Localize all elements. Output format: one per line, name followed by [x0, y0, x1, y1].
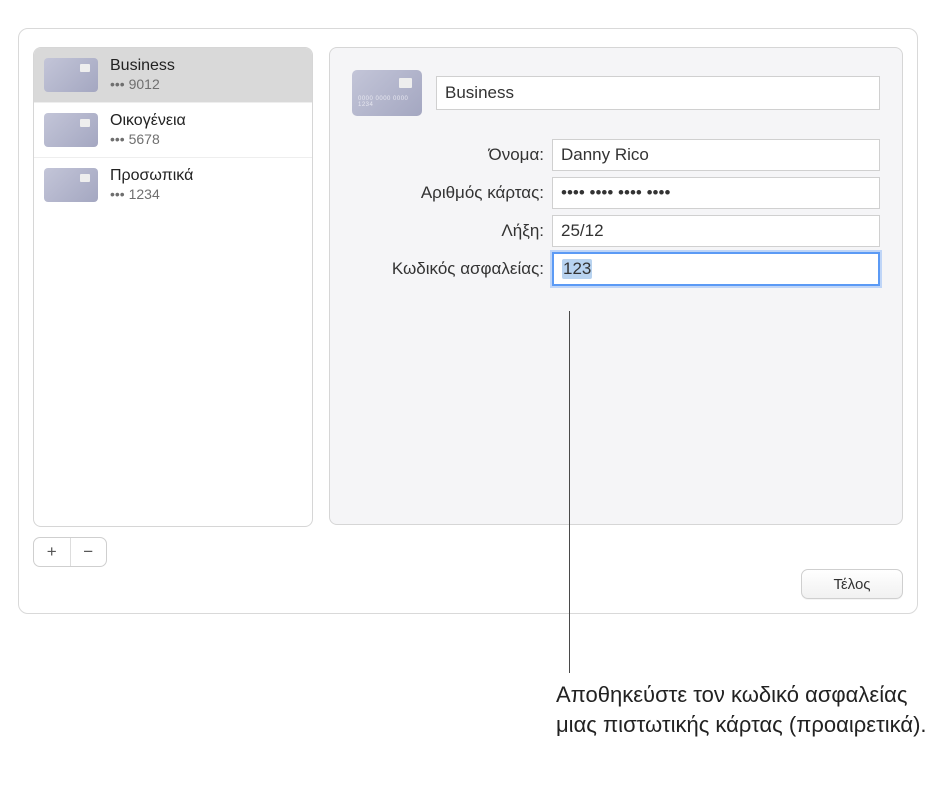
card-list: Business ••• 9012 Οικογένεια ••• 5678 Πρ…: [33, 47, 313, 527]
card-title-input[interactable]: Business: [436, 76, 880, 110]
card-mask: ••• 5678: [110, 131, 186, 149]
name-input[interactable]: Danny Rico: [552, 139, 880, 171]
card-mask: ••• 9012: [110, 76, 175, 94]
card-row-personal[interactable]: Προσωπικά ••• 1234: [34, 158, 312, 212]
label-expiry: Λήξη:: [352, 221, 552, 241]
field-expiry: Λήξη: 25/12: [352, 212, 880, 250]
credit-card-icon: [44, 58, 98, 92]
card-mask: ••• 1234: [110, 186, 193, 204]
field-cvv: Κωδικός ασφαλείας: 123: [352, 250, 880, 288]
cvv-input[interactable]: 123: [552, 252, 880, 286]
callout-line: [569, 311, 570, 673]
card-row-business[interactable]: Business ••• 9012: [34, 48, 312, 103]
card-name: Οικογένεια: [110, 111, 186, 131]
number-input[interactable]: •••• •••• •••• ••••: [552, 177, 880, 209]
remove-button[interactable]: −: [71, 538, 107, 566]
label-number: Αριθμός κάρτας:: [352, 183, 552, 203]
cvv-value: 123: [562, 259, 592, 279]
add-remove-control: + −: [33, 537, 107, 567]
credit-card-icon: [44, 113, 98, 147]
credit-card-icon: [44, 168, 98, 202]
label-name: Όνομα:: [352, 145, 552, 165]
card-info: Προσωπικά ••• 1234: [110, 166, 193, 204]
card-info: Οικογένεια ••• 5678: [110, 111, 186, 149]
label-cvv: Κωδικός ασφαλείας:: [352, 259, 552, 279]
done-button[interactable]: Τέλος: [801, 569, 903, 599]
card-name: Προσωπικά: [110, 166, 193, 186]
card-name: Business: [110, 56, 175, 76]
card-row-family[interactable]: Οικογένεια ••• 5678: [34, 103, 312, 158]
card-info: Business ••• 9012: [110, 56, 175, 94]
add-button[interactable]: +: [34, 538, 70, 566]
field-name: Όνομα: Danny Rico: [352, 136, 880, 174]
credit-card-icon: [352, 70, 422, 116]
callout-text: Αποθηκεύστε τον κωδικό ασφαλείας μιας πι…: [556, 680, 936, 739]
expiry-input[interactable]: 25/12: [552, 215, 880, 247]
card-detail-panel: Business Όνομα: Danny Rico Αριθμός κάρτα…: [329, 47, 903, 525]
credit-card-window: Business ••• 9012 Οικογένεια ••• 5678 Πρ…: [18, 28, 918, 614]
field-number: Αριθμός κάρτας: •••• •••• •••• ••••: [352, 174, 880, 212]
card-form: Όνομα: Danny Rico Αριθμός κάρτας: •••• •…: [352, 136, 880, 288]
title-row: Business: [352, 70, 880, 116]
